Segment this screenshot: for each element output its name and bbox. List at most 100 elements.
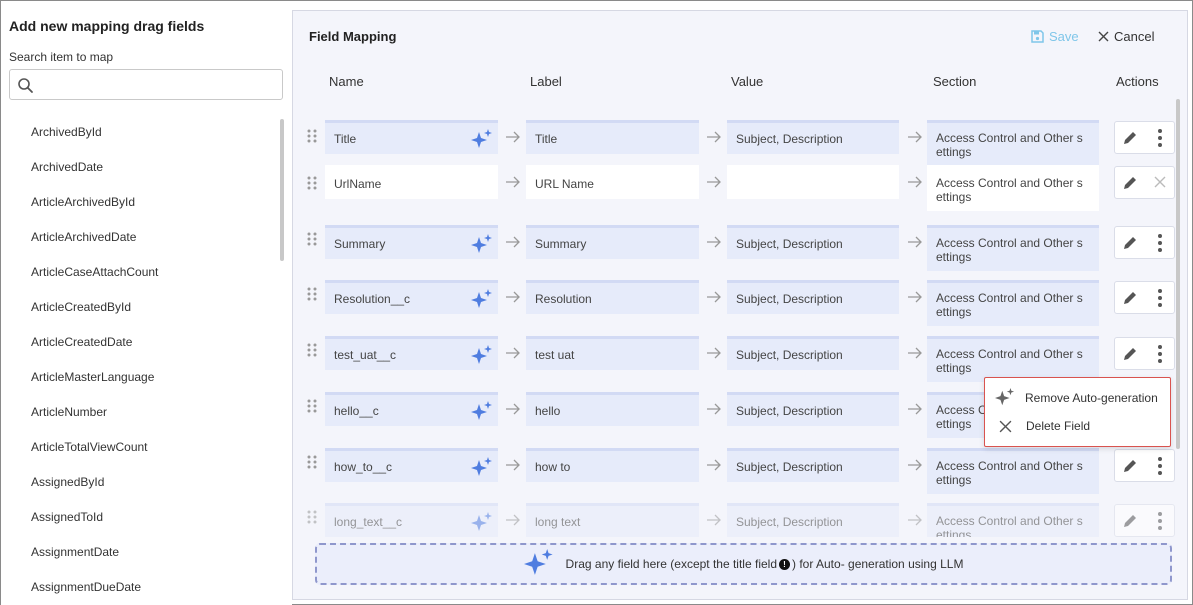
list-item[interactable]: ArchivedDate: [1, 150, 279, 185]
close-icon: [999, 420, 1012, 432]
name-cell[interactable]: UrlName: [325, 165, 498, 199]
value-cell[interactable]: Subject, Description: [727, 120, 899, 154]
value-cell[interactable]: Subject, Description: [727, 280, 899, 314]
list-item[interactable]: ArticleCaseAttachCount: [1, 255, 279, 290]
label-cell[interactable]: hello: [526, 392, 699, 426]
more-options-icon[interactable]: [1153, 344, 1167, 364]
list-item[interactable]: ArticleTotalViewCount: [1, 430, 279, 465]
name-cell[interactable]: Resolution__c: [325, 280, 498, 314]
label-cell[interactable]: long text: [526, 503, 699, 537]
value-cell[interactable]: Subject, Description: [727, 503, 899, 537]
value-cell[interactable]: [727, 165, 899, 199]
drag-handle-icon[interactable]: [306, 399, 318, 413]
name-text: UrlName: [334, 176, 382, 191]
remove-auto-generation-menu-item[interactable]: Remove Auto-generation: [995, 387, 1158, 409]
section-text: Access Control and Other s ettings: [936, 459, 1083, 487]
edit-icon[interactable]: [1122, 513, 1138, 529]
section-cell[interactable]: Access Control and Other s ettings: [927, 503, 1099, 537]
name-cell[interactable]: test_uat__c: [325, 336, 498, 370]
label-cell[interactable]: URL Name: [526, 165, 699, 199]
value-text: Subject, Description: [736, 236, 843, 251]
list-item[interactable]: AssignedById: [1, 465, 279, 500]
label-cell[interactable]: Resolution: [526, 280, 699, 314]
label-cell[interactable]: test uat: [526, 336, 699, 370]
list-item[interactable]: ArticleCreatedDate: [1, 325, 279, 360]
list-item[interactable]: ArchivedById: [1, 115, 279, 150]
drop-zone-text-suffix: ) for Auto- generation using LLM: [792, 557, 964, 571]
drag-handle-icon[interactable]: [306, 455, 318, 469]
save-button[interactable]: Save: [1031, 29, 1079, 44]
name-cell[interactable]: Title: [325, 120, 498, 154]
label-cell[interactable]: how to: [526, 448, 699, 482]
edit-icon[interactable]: [1122, 235, 1138, 251]
edit-icon[interactable]: [1122, 175, 1138, 191]
edit-icon[interactable]: [1122, 458, 1138, 474]
list-item[interactable]: ArticleArchivedDate: [1, 220, 279, 255]
section-cell[interactable]: Access Control and Other s ettings: [927, 336, 1099, 382]
label-cell[interactable]: Summary: [526, 225, 699, 259]
more-options-icon[interactable]: [1153, 233, 1167, 253]
table-row: Summary Summary Subject, Description Acc…: [293, 224, 1189, 276]
section-cell[interactable]: Access Control and Other s ettings: [927, 120, 1099, 166]
cancel-button[interactable]: Cancel: [1098, 29, 1154, 44]
section-cell[interactable]: Access Control and Other s ettings: [927, 280, 1099, 326]
arrow-right-icon: [506, 403, 520, 415]
list-item[interactable]: AssignmentDate: [1, 535, 279, 570]
section-cell[interactable]: Access Control and Other s ettings: [927, 225, 1099, 271]
more-options-icon[interactable]: [1153, 511, 1167, 531]
row-actions: [1114, 281, 1175, 314]
section-cell[interactable]: Access Control and Other s ettings: [927, 165, 1099, 211]
value-cell[interactable]: Subject, Description: [727, 225, 899, 259]
sparkle-icon: [471, 345, 492, 364]
delete-field-menu-item[interactable]: Delete Field: [999, 415, 1090, 437]
label-text: Title: [535, 131, 558, 146]
list-item[interactable]: AssignedToId: [1, 500, 279, 535]
arrow-right-icon: [908, 514, 922, 526]
column-header-actions: Actions: [1116, 74, 1159, 89]
arrow-right-icon: [908, 347, 922, 359]
edit-icon[interactable]: [1122, 346, 1138, 362]
row-context-menu: Remove Auto-generation Delete Field: [984, 377, 1171, 447]
name-text: long_text__c: [334, 514, 403, 529]
close-icon: [1098, 31, 1109, 42]
list-item[interactable]: ArticleMasterLanguage: [1, 360, 279, 395]
label-text: URL Name: [535, 176, 594, 191]
name-cell[interactable]: hello__c: [325, 392, 498, 426]
edit-icon[interactable]: [1122, 290, 1138, 306]
arrow-right-icon: [707, 291, 721, 303]
name-cell[interactable]: Summary: [325, 225, 498, 259]
column-header-value: Value: [731, 74, 764, 89]
search-input[interactable]: [40, 74, 276, 96]
arrow-right-icon: [506, 291, 520, 303]
drag-handle-icon[interactable]: [306, 176, 318, 190]
list-item[interactable]: ArticleCreatedById: [1, 290, 279, 325]
section-cell[interactable]: Access Control and Other s ettings: [927, 448, 1099, 494]
label-text: test uat: [535, 347, 575, 362]
list-item[interactable]: ArticleArchivedById: [1, 185, 279, 220]
close-icon[interactable]: [1154, 176, 1166, 188]
label-cell[interactable]: Title: [526, 120, 699, 154]
auto-generation-drop-zone[interactable]: Drag any field here (except the title fi…: [315, 543, 1172, 585]
label-text: long text: [535, 514, 581, 529]
drag-handle-icon[interactable]: [306, 129, 318, 143]
list-item[interactable]: ArticleNumber: [1, 395, 279, 430]
drag-handle-icon[interactable]: [306, 343, 318, 357]
name-cell[interactable]: how_to__c: [325, 448, 498, 482]
section-text: Access Control and Other s ettings: [936, 291, 1083, 319]
more-options-icon[interactable]: [1153, 288, 1167, 308]
left-scrollbar[interactable]: [280, 119, 284, 261]
value-cell[interactable]: Subject, Description: [727, 336, 899, 370]
drag-handle-icon[interactable]: [306, 232, 318, 246]
list-item[interactable]: AssignmentDueDate: [1, 570, 279, 605]
search-box[interactable]: [9, 69, 283, 100]
value-cell[interactable]: Subject, Description: [727, 448, 899, 482]
value-cell[interactable]: Subject, Description: [727, 392, 899, 426]
table-scrollbar[interactable]: [1176, 99, 1180, 449]
name-cell[interactable]: long_text__c: [325, 503, 498, 537]
drag-handle-icon[interactable]: [306, 287, 318, 301]
more-options-icon[interactable]: [1153, 456, 1167, 476]
name-text: Title: [334, 131, 357, 146]
drag-handle-icon[interactable]: [306, 510, 318, 524]
more-options-icon[interactable]: [1153, 128, 1167, 148]
edit-icon[interactable]: [1122, 130, 1138, 146]
